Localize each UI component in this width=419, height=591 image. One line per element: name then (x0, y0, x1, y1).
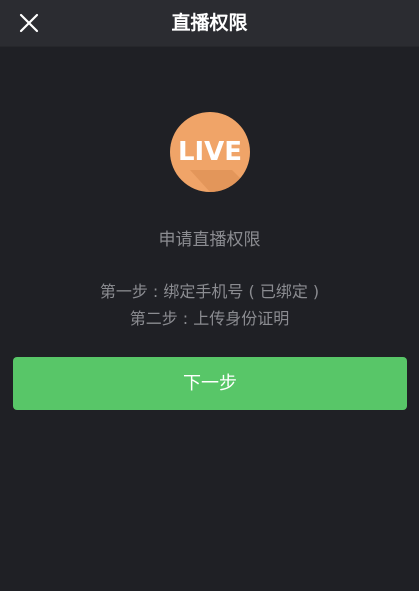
close-button[interactable] (10, 4, 48, 42)
step-upload-id: 第二步 : 上传身份证明 (129, 309, 290, 328)
live-badge-icon: LIVE (170, 112, 250, 192)
close-icon (19, 13, 39, 33)
page-title: 直播权限 (171, 12, 248, 34)
apply-title: 申请直播权限 (158, 230, 261, 250)
live-badge-text: LIVE (177, 137, 243, 167)
step-bind-phone: 第一步 : 绑定手机号 ( 已绑定 ) (99, 282, 320, 301)
next-step-button[interactable]: 下一步 (13, 357, 407, 410)
top-bar: 直播权限 (0, 0, 419, 47)
